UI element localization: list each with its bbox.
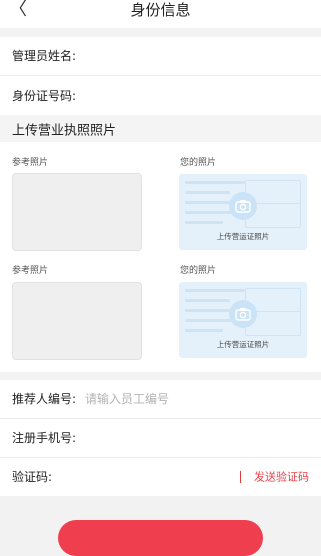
upload-hint: 上传营运证照片 xyxy=(216,340,270,349)
reference-photo xyxy=(12,282,142,360)
referrer-row: 推荐人编号: 请输入员工编号 xyxy=(0,380,321,418)
referrer-input[interactable]: 请输入员工编号 xyxy=(85,393,169,405)
upload-photo-button[interactable]: 上传营运证照片 xyxy=(179,282,307,358)
your-photo-label: 您的照片 xyxy=(180,266,217,276)
verification-code-label: 验证码: xyxy=(12,470,53,484)
navigation-bar: 〈 身份信息 xyxy=(0,0,321,28)
id-number-row[interactable]: 身份证号码: xyxy=(0,76,321,115)
phone-row[interactable]: 注册手机号: xyxy=(0,419,321,457)
id-number-label: 身份证号码: xyxy=(12,88,77,103)
page-title: 身份信息 xyxy=(130,1,191,19)
upload-section-title: 上传营业执照照片 xyxy=(12,123,117,138)
camera-icon xyxy=(229,192,257,220)
upload-hint: 上传营运证照片 xyxy=(216,232,270,241)
upload-photo-button[interactable]: 上传营运证照片 xyxy=(179,174,307,250)
phone-label: 注册手机号: xyxy=(12,431,77,445)
referrer-label: 推荐人编号: xyxy=(12,392,77,406)
verification-code-row[interactable]: 验证码: 发送验证码 xyxy=(0,458,321,496)
your-photo-label: 您的照片 xyxy=(180,158,217,168)
separator xyxy=(240,471,241,483)
photo-upload-area: 参考照片 您的照片 上传营运证照片 参考照片 您的照片 上传营运证照片 xyxy=(0,142,321,372)
upload-section-header: 上传营业执照照片 xyxy=(0,115,321,142)
reference-photo-label: 参考照片 xyxy=(12,266,49,276)
send-code-button[interactable]: 发送验证码 xyxy=(254,472,309,483)
camera-icon xyxy=(229,300,257,328)
submit-button[interactable] xyxy=(58,520,263,556)
admin-name-label: 管理员姓名: xyxy=(12,49,77,63)
reference-photo-label: 参考照片 xyxy=(12,158,49,168)
admin-name-row[interactable]: 管理员姓名: xyxy=(0,37,321,75)
reference-photo xyxy=(12,173,142,251)
